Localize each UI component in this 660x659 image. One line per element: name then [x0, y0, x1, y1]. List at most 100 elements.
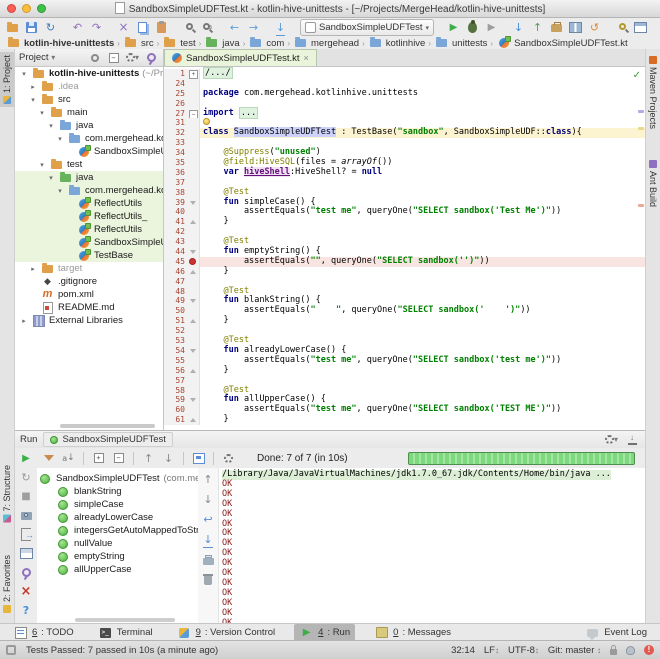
project-view-selector[interactable]: Project ▾	[19, 52, 55, 63]
code-line[interactable]: 45 assertEquals("", queryOne("SELECT san…	[164, 257, 645, 267]
scrollbar-marker[interactable]	[638, 110, 644, 113]
restore-layout-icon[interactable]	[19, 546, 34, 561]
tree-expanded-arrow[interactable]: ▾	[29, 96, 37, 104]
sort-alpha-icon[interactable]: a↓	[61, 451, 76, 466]
fold-handle-icon[interactable]	[190, 250, 196, 254]
forward-icon[interactable]: →	[246, 20, 261, 35]
fold-handle-icon[interactable]	[190, 201, 196, 205]
filter-passed-icon[interactable]	[41, 451, 56, 466]
line-number[interactable]: 42	[164, 227, 188, 237]
line-number[interactable]: 25	[164, 89, 188, 99]
replace-icon[interactable]: a	[200, 20, 215, 35]
line-number[interactable]: 60	[164, 405, 188, 415]
line-number[interactable]: 43	[164, 237, 188, 247]
gear-icon[interactable]: ▾	[604, 432, 619, 447]
find-icon[interactable]	[181, 20, 196, 35]
line-number[interactable]: 27	[164, 109, 188, 119]
horizontal-scrollbar[interactable]	[60, 424, 155, 428]
code-line[interactable]: 50 assertEquals(" ", queryOne("SELECT sa…	[164, 306, 645, 316]
run-configuration-selector[interactable]: SandboxSimpleUDFTest▾	[300, 19, 434, 36]
tree-item-target[interactable]: ▸target	[15, 262, 163, 275]
code-line[interactable]: 27−import ...	[164, 109, 645, 119]
exit-icon[interactable]	[19, 527, 34, 542]
line-number[interactable]: 41	[164, 217, 188, 227]
scroll-from-source-icon[interactable]	[87, 50, 102, 65]
tree-item-test[interactable]: ▾test	[15, 158, 163, 171]
line-number[interactable]: 45	[164, 257, 188, 267]
vcs-update-icon[interactable]: ↓	[511, 20, 526, 35]
code-line[interactable]: 25package com.mergehead.kotlinhive.unitt…	[164, 89, 645, 99]
tree-item-kotlin-hive-unittests[interactable]: ▾kotlin-hive-unittests (~/Proj	[15, 67, 163, 80]
tree-item-sandboxsimpleudf[interactable]: SandboxSimpleUDF	[15, 145, 163, 158]
stripe-button-ant-build[interactable]: Ant Build	[646, 157, 660, 210]
line-number[interactable]: 56	[164, 366, 188, 376]
clear-icon[interactable]	[201, 572, 216, 587]
paste-icon[interactable]	[154, 20, 169, 35]
horizontal-scrollbar[interactable]	[75, 618, 175, 622]
tree-expanded-arrow[interactable]: ▾	[20, 70, 28, 78]
line-number[interactable]: 31	[164, 118, 188, 128]
tree-item-external-libraries[interactable]: ▸External Libraries	[15, 314, 163, 327]
code-line[interactable]: 56 }	[164, 366, 645, 376]
collapse-all-icon[interactable]: −	[106, 50, 121, 65]
stripe-button-structure[interactable]: 7: Structure	[0, 462, 14, 526]
code-line[interactable]: 60 assertEquals("test me", queryOne("SEL…	[164, 405, 645, 415]
line-number[interactable]: 37	[164, 178, 188, 188]
line-ending-selector[interactable]: LF↕	[484, 645, 499, 656]
line-number[interactable]: 46	[164, 267, 188, 277]
line-number[interactable]: 51	[164, 316, 188, 326]
toolwindow-button-terminal[interactable]: >_Terminal	[93, 624, 158, 641]
rerun-icon[interactable]: ▶	[19, 451, 34, 466]
code-line[interactable]: 40 assertEquals("test me", queryOne("SEL…	[164, 207, 645, 217]
tree-item--gitignore[interactable]: ◆.gitignore	[15, 275, 163, 288]
line-number[interactable]: 57	[164, 376, 188, 386]
fold-collapse-icon[interactable]: −	[189, 110, 198, 119]
tree-expanded-arrow[interactable]: ▾	[38, 109, 46, 117]
tree-collapsed-arrow[interactable]: ▸	[20, 317, 28, 325]
fold-handle-icon[interactable]	[190, 299, 196, 303]
up-icon[interactable]: ↑	[201, 472, 216, 487]
console[interactable]: ↑↓↩↓ /Library/Java/JavaVirtualMachines/j…	[198, 468, 645, 624]
caret-position[interactable]: 32:14	[451, 645, 475, 656]
line-number[interactable]: 33	[164, 138, 188, 148]
tree-item-java[interactable]: ▾java	[15, 171, 163, 184]
line-number[interactable]: 54	[164, 346, 188, 356]
tree-item--idea[interactable]: ▸.idea	[15, 80, 163, 93]
vcs-branch-selector[interactable]: Git: master ↕	[548, 645, 601, 656]
tree-item-pom-xml[interactable]: mpom.xml	[15, 288, 163, 301]
tree-expanded-arrow[interactable]: ▾	[56, 187, 64, 195]
tree-collapsed-arrow[interactable]: ▸	[29, 265, 37, 273]
tree-item-testbase[interactable]: TestBase	[15, 249, 163, 262]
stripe-button-maven-projects[interactable]: Maven Projects	[646, 53, 660, 132]
undo-icon[interactable]: ↶	[70, 20, 85, 35]
tree-expanded-arrow[interactable]: ▾	[38, 161, 46, 169]
tree-expanded-arrow[interactable]: ▾	[47, 122, 55, 130]
line-number[interactable]: 61	[164, 415, 188, 425]
line-number[interactable]: 55	[164, 356, 188, 366]
stripe-button-project[interactable]: 1: Project	[0, 52, 14, 107]
line-number[interactable]: 35	[164, 158, 188, 168]
code-line[interactable]: 1+/.../	[164, 69, 645, 79]
pin-icon[interactable]	[19, 565, 34, 580]
code-line[interactable]: 41 }	[164, 217, 645, 227]
run-icon[interactable]: ▶	[446, 20, 461, 35]
code-line[interactable]: 32class SandboxSimpleUDFTest : TestBase(…	[164, 128, 645, 138]
tree-expanded-arrow[interactable]: ▾	[47, 174, 55, 182]
close-icon[interactable]: ×	[19, 584, 34, 599]
fold-handle-icon[interactable]	[190, 270, 196, 274]
gutter-icon[interactable]	[188, 257, 200, 267]
line-number[interactable]: 24	[164, 79, 188, 89]
line-number[interactable]: 44	[164, 247, 188, 257]
code-line[interactable]: 55 assertEquals("test me", queryOne("SEL…	[164, 356, 645, 366]
tree-item-java[interactable]: ▾java	[15, 119, 163, 132]
dump-threads-icon[interactable]	[19, 508, 34, 523]
code-editor[interactable]: ✓ 1+/.../2425package com.mergehead.kotli…	[164, 67, 645, 430]
lock-icon[interactable]	[610, 649, 617, 655]
vcs-commit-icon[interactable]: ↑	[530, 20, 545, 35]
sync-icon[interactable]: ↻	[43, 20, 58, 35]
tree-collapsed-arrow[interactable]: ▸	[29, 83, 37, 91]
diff-icon[interactable]	[568, 20, 583, 35]
down-icon[interactable]: ↓	[201, 492, 216, 507]
tree-expanded-arrow[interactable]: ▾	[56, 135, 64, 143]
line-number[interactable]: 38	[164, 188, 188, 198]
